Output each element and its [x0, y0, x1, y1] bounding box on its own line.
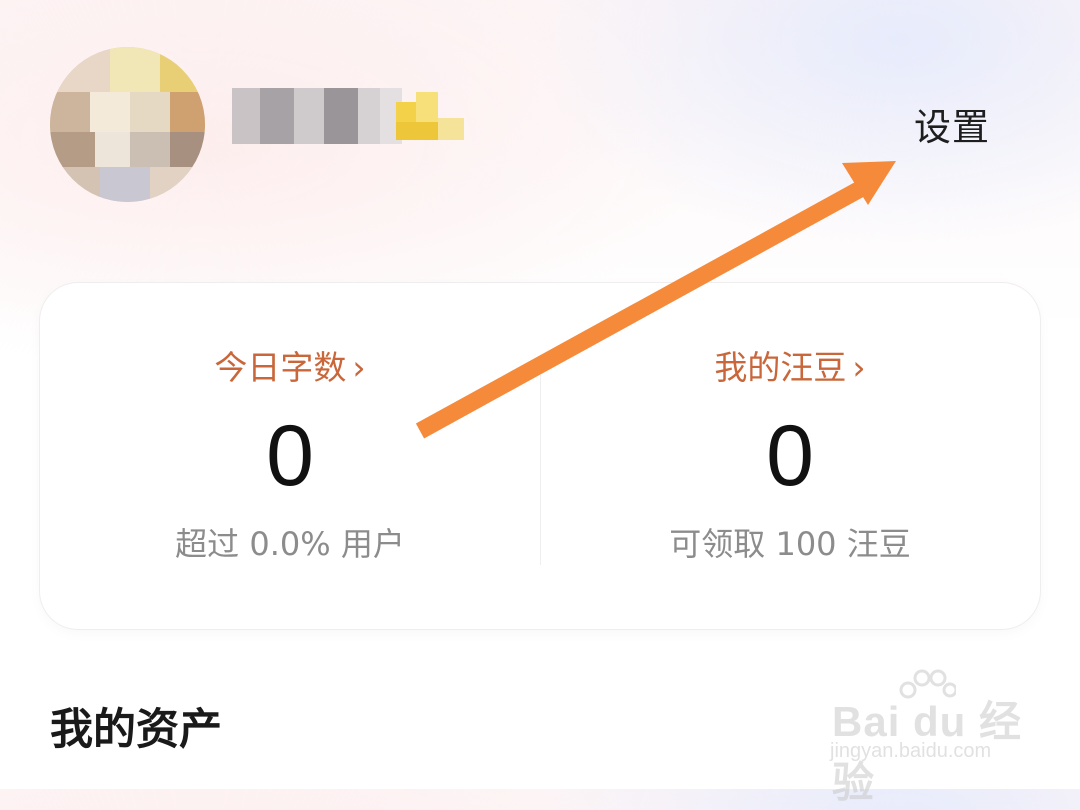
- my-beans-stat[interactable]: 我的汪豆 › 0 可领取 100 汪豆: [540, 283, 1040, 629]
- settings-link[interactable]: 设置: [914, 104, 990, 152]
- my-assets-title: 我的资产: [50, 705, 222, 755]
- today-word-count-title[interactable]: 今日字数 ›: [40, 345, 540, 391]
- stats-card: 今日字数 › 0 超过 0.0% 用户 我的汪豆 › 0 可领取 100 汪豆: [40, 283, 1040, 629]
- crown-badge-icon: [394, 88, 466, 144]
- today-word-count-value: 0: [266, 408, 314, 504]
- chevron-right-icon: ›: [852, 348, 866, 387]
- my-beans-value: 0: [766, 408, 814, 504]
- today-word-count-stat[interactable]: 今日字数 › 0 超过 0.0% 用户: [40, 283, 540, 629]
- avatar[interactable]: [50, 47, 205, 202]
- today-word-count-desc: 超过 0.0% 用户: [175, 525, 405, 563]
- my-beans-title[interactable]: 我的汪豆 ›: [540, 345, 1040, 391]
- baidu-jingyan-watermark: Bai du 经验 jingyan.baidu.com: [826, 668, 1046, 806]
- chevron-right-icon: ›: [352, 348, 366, 387]
- username[interactable]: [232, 88, 402, 144]
- my-beans-desc: 可领取 100 汪豆: [669, 525, 911, 563]
